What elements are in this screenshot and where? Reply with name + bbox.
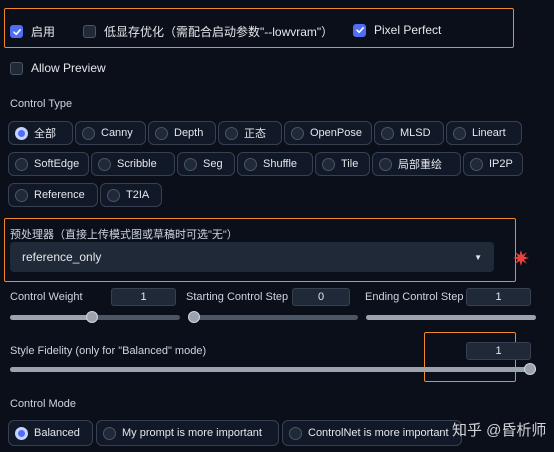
starting-step-label: Starting Control Step [186,291,289,303]
radio-unselected-icon [453,126,466,140]
control-mode-option[interactable]: Balanced [8,420,93,446]
radio-unselected-icon [381,126,394,140]
control-mode-option[interactable]: ControlNet is more important [282,420,462,446]
radio-unselected-icon [470,157,483,171]
control-weight-fill [10,315,92,320]
control-weight-slider[interactable] [10,311,180,323]
radio-selected-icon [15,126,28,140]
control-type-option[interactable]: Depth [148,121,216,145]
lowvram-checkbox[interactable]: 低显存优化（需配合启动参数"--lowvram"） [83,23,333,40]
radio-unselected-icon [322,157,335,171]
control-mode-option[interactable]: My prompt is more important [96,420,279,446]
pixel-perfect-checkbox[interactable]: Pixel Perfect [353,23,441,37]
preprocessor-value: reference_only [22,250,102,264]
allow-preview-label: Allow Preview [31,61,106,75]
checkbox-checked-icon [353,23,366,37]
lowvram-label: 低显存优化（需配合启动参数"--lowvram"） [104,25,334,39]
control-type-option[interactable]: Scribble [91,152,175,176]
preprocessor-dropdown[interactable]: reference_only ▼ [10,242,494,272]
starting-step-slider[interactable] [188,311,358,323]
control-type-option[interactable]: T2IA [100,183,162,207]
control-weight-value[interactable]: 1 [111,288,176,306]
control-type-option[interactable]: SoftEdge [8,152,89,176]
radio-unselected-icon [103,426,116,440]
control-type-option[interactable]: 全部 [8,121,73,145]
allow-preview-checkbox[interactable]: Allow Preview [10,61,106,75]
pixel-perfect-label: Pixel Perfect [374,23,442,37]
radio-unselected-icon [184,157,197,171]
starting-step-value[interactable]: 0 [292,288,350,306]
radio-unselected-icon [289,426,302,440]
radio-unselected-icon [107,188,120,202]
radio-unselected-icon [82,126,95,140]
radio-unselected-icon [15,157,28,171]
control-type-option[interactable]: 局部重绘 [372,152,461,176]
control-type-option[interactable]: OpenPose [284,121,372,145]
style-fidelity-label: Style Fidelity (only for "Balanced" mode… [10,345,207,357]
control-type-option[interactable]: Seg [177,152,235,176]
control-weight-label: Control Weight [10,291,83,303]
control-type-option[interactable]: Tile [315,152,370,176]
ending-step-label: Ending Control Step [365,291,464,303]
checkbox-unchecked-icon [83,25,96,38]
radio-selected-icon [15,426,28,440]
control-type-option[interactable]: Lineart [446,121,522,145]
enable-checkbox[interactable]: 启用 [10,23,55,40]
radio-unselected-icon [379,157,392,171]
slider-thumb[interactable] [524,363,536,375]
control-type-title: Control Type [10,98,73,110]
starburst-icon [513,250,529,266]
slider-thumb[interactable] [85,311,98,323]
control-type-option[interactable]: Reference [8,183,98,207]
control-type-option[interactable]: IP2P [463,152,523,176]
control-type-option[interactable]: MLSD [374,121,444,145]
chevron-down-icon: ▼ [474,252,482,262]
style-fidelity-slider[interactable] [10,363,536,375]
checkbox-checked-icon [10,25,23,38]
control-type-option[interactable]: 正态 [218,121,282,145]
radio-unselected-icon [15,188,28,202]
control-type-option[interactable]: Canny [75,121,146,145]
radio-unselected-icon [225,126,238,140]
control-type-option[interactable]: Shuffle [237,152,313,176]
style-fidelity-value[interactable]: 1 [466,342,531,360]
style-fidelity-fill [10,367,536,372]
watermark: 知乎 @昏析师 [452,422,547,439]
ending-step-fill [366,315,536,320]
preprocessor-label: 预处理器（直接上传模式图或草稿时可选"无"） [10,229,238,241]
checkbox-unchecked-icon [10,61,23,75]
radio-unselected-icon [291,126,304,140]
control-mode-title: Control Mode [10,398,77,410]
slider-thumb[interactable] [188,311,200,323]
enable-label: 启用 [31,25,56,39]
ending-step-value[interactable]: 1 [466,288,531,306]
ending-step-slider[interactable] [366,315,536,320]
radio-unselected-icon [155,126,168,140]
radio-unselected-icon [98,157,111,171]
radio-unselected-icon [244,157,257,171]
